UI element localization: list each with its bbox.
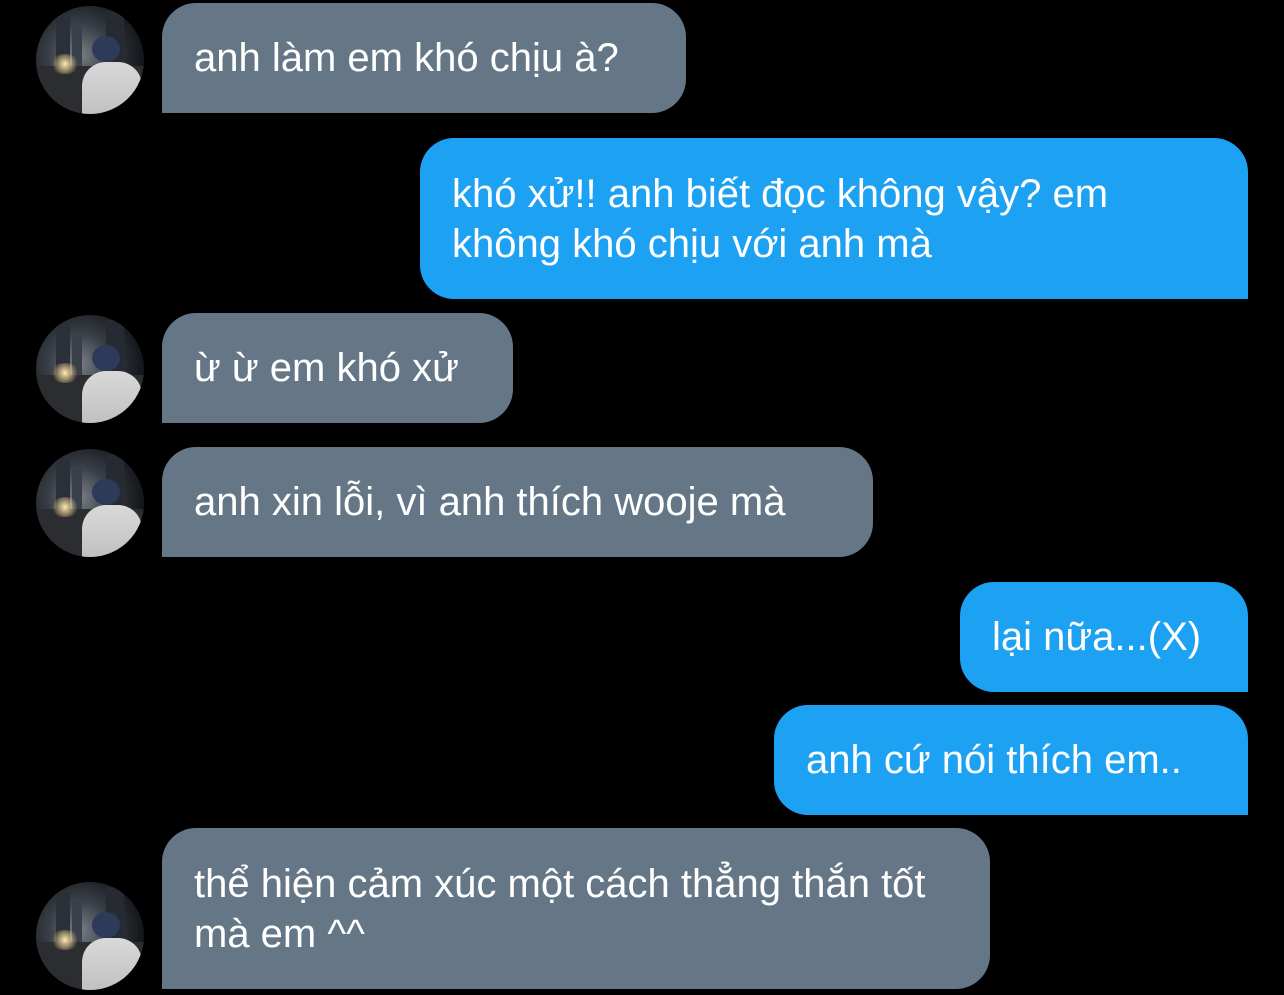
avatar-figure — [82, 62, 142, 114]
message-text: anh làm em khó chịu à? — [194, 36, 619, 80]
message-bubble-received[interactable]: anh xin lỗi, vì anh thích wooje mà — [162, 447, 873, 557]
message-text: lại nữa...(X) — [992, 615, 1202, 659]
message-bubble-received[interactable]: anh làm em khó chịu à? — [162, 3, 686, 113]
message-text: anh xin lỗi, vì anh thích wooje mà — [194, 480, 786, 524]
avatar-figure — [82, 371, 142, 423]
message-text: khó xử!! anh biết đọc không vậy? em khôn… — [452, 171, 1120, 266]
streetlight-glow — [50, 363, 80, 383]
avatar-head — [92, 36, 120, 62]
message-bubble-received[interactable]: thể hiện cảm xúc một cách thẳng thắn tốt… — [162, 828, 990, 989]
message-bubble-sent[interactable]: lại nữa...(X) — [960, 582, 1248, 692]
avatar-head — [92, 479, 120, 505]
avatar-figure — [82, 938, 142, 990]
avatar[interactable] — [36, 449, 144, 557]
message-bubble-sent[interactable]: anh cứ nói thích em.. — [774, 705, 1248, 815]
streetlight-glow — [50, 54, 80, 74]
avatar-head — [92, 345, 120, 371]
message-text: thể hiện cảm xúc một cách thẳng thắn tốt… — [194, 861, 937, 956]
streetlight-glow — [50, 497, 80, 517]
streetlight-glow — [50, 930, 80, 950]
avatar[interactable] — [36, 315, 144, 423]
avatar[interactable] — [36, 882, 144, 990]
message-text: anh cứ nói thích em.. — [806, 738, 1182, 782]
avatar-head — [92, 912, 120, 938]
message-bubble-sent[interactable]: khó xử!! anh biết đọc không vậy? em khôn… — [420, 138, 1248, 299]
avatar[interactable] — [36, 6, 144, 114]
message-bubble-received[interactable]: ừ ừ em khó xử — [162, 313, 513, 423]
avatar-figure — [82, 505, 142, 557]
message-text: ừ ừ em khó xử — [194, 346, 459, 390]
